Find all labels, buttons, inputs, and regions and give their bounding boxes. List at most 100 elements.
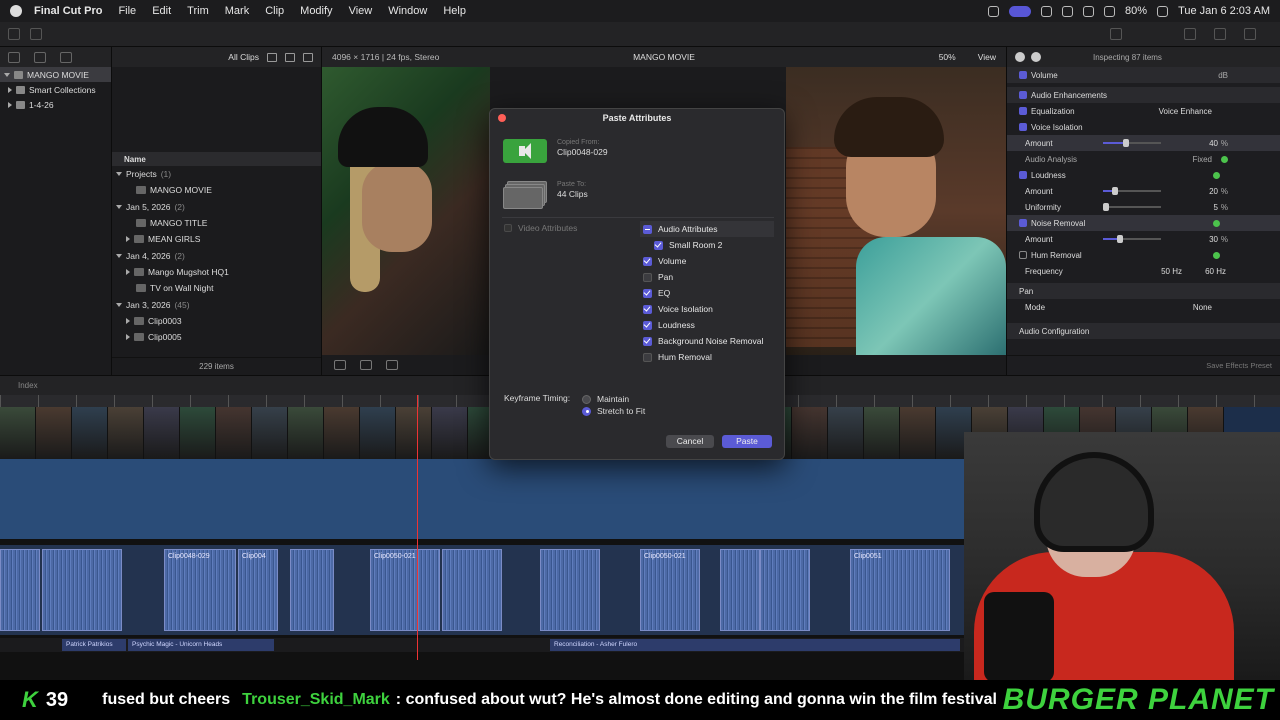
speed-icon[interactable] [386,360,398,370]
disclosure-icon[interactable] [8,101,12,108]
audio-clip[interactable]: Clip0051 [850,549,950,631]
close-icon[interactable] [498,114,506,122]
attribute-small-room-2[interactable]: Small Room 2 [640,237,774,253]
radio-button[interactable] [582,394,591,404]
library-icon[interactable] [8,51,20,63]
audio-clip[interactable] [290,549,334,631]
hum-removal-row[interactable]: Hum Removal [1007,247,1280,263]
attribute-hum-removal[interactable]: Hum Removal [640,349,774,365]
audio-icon[interactable] [1031,52,1041,62]
section-header[interactable]: Audio Enhancements [1007,87,1280,103]
audio-clip[interactable] [0,549,40,631]
attribute-eq[interactable]: EQ [640,285,774,301]
menu-mark[interactable]: Mark [225,5,249,17]
audio-clip[interactable] [42,549,122,631]
audio-clip[interactable] [442,549,502,631]
menu-modify[interactable]: Modify [300,5,332,17]
photos-icon[interactable] [34,51,46,63]
layout-icon[interactable] [1244,28,1256,40]
checkbox[interactable] [643,320,652,330]
disclosure-icon[interactable] [4,72,10,77]
attribute-background-noise-removal[interactable]: Background Noise Removal [640,333,774,349]
disclosure-icon[interactable] [116,204,122,209]
amount-row[interactable]: Amount 30 % [1007,231,1280,247]
amount-row[interactable]: Amount 20 % [1007,183,1280,199]
loudness-row[interactable]: Loudness [1007,167,1280,183]
settings-icon[interactable] [285,52,295,62]
menu-help[interactable]: Help [443,5,466,17]
audio-attributes-header[interactable]: Audio Attributes [640,221,774,237]
disclosure-icon[interactable] [126,317,130,324]
uniformity-slider[interactable] [1102,203,1161,211]
transform-icon[interactable] [334,360,346,370]
freq-50-radio[interactable]: 50 Hz [1161,267,1182,276]
share-icon[interactable] [1110,28,1122,40]
uniformity-row[interactable]: Uniformity 5 % [1007,199,1280,215]
status-icon[interactable] [988,5,1000,17]
audio-clip[interactable] [720,549,760,631]
checkbox-icon[interactable] [1019,91,1027,99]
music-clip[interactable]: Patrick Patrikios [62,639,126,651]
key-icon[interactable] [30,28,42,40]
list-item[interactable]: Projects (1) [112,166,321,182]
menu-edit[interactable]: Edit [152,5,171,17]
voice-isolation-row[interactable]: Voice Isolation [1007,119,1280,135]
stretch-to-fit-option[interactable]: Stretch to Fit [582,405,645,417]
amount-value[interactable]: 30 [1209,235,1218,244]
disclosure-icon[interactable] [116,253,122,258]
list-item[interactable]: Clip0003 [112,313,321,329]
checkbox[interactable] [643,272,652,282]
titles-icon[interactable] [60,51,72,63]
pan-mode-row[interactable]: Mode None [1007,299,1280,315]
list-item[interactable]: MANGO TITLE [112,215,321,231]
menu-trim[interactable]: Trim [187,5,209,17]
disclosure-icon[interactable] [126,268,130,275]
list-item[interactable]: Mango Mugshot HQ1 [112,264,321,280]
checkbox[interactable] [643,336,652,346]
import-icon[interactable] [8,28,20,40]
disclosure-icon[interactable] [126,236,130,243]
attribute-loudness[interactable]: Loudness [640,317,774,333]
disclosure-icon[interactable] [116,302,122,307]
apple-logo-icon[interactable] [10,5,22,17]
name-column-header[interactable]: Name [112,152,321,166]
library-item[interactable]: Smart Collections [0,82,111,97]
checkbox[interactable] [643,288,652,298]
music-clip[interactable]: Reconciliation - Asher Fulero [550,639,960,651]
save-effects-preset-button[interactable]: Save Effects Preset [1206,361,1272,370]
amount-value[interactable]: 40 [1209,139,1218,148]
info-icon[interactable] [1015,52,1025,62]
playhead[interactable] [417,395,418,660]
clip-filter[interactable]: All Clips [228,52,259,62]
checkbox[interactable] [643,304,652,314]
amount-slider[interactable] [1103,235,1161,243]
checkbox[interactable] [643,352,652,362]
noise-removal-row[interactable]: Noise Removal [1007,215,1280,231]
menu-file[interactable]: File [118,5,136,17]
checkbox-icon[interactable] [1019,107,1027,115]
audio-clip[interactable]: Clip0048-029 [164,549,236,631]
menu-window[interactable]: Window [388,5,427,17]
status-icon[interactable] [1083,5,1095,17]
amount-value[interactable]: 20 [1209,187,1218,196]
index-button[interactable]: Index [18,381,38,390]
clock[interactable]: Tue Jan 6 2:03 AM [1178,5,1270,17]
checkbox-icon[interactable] [1019,171,1027,179]
menu-clip[interactable]: Clip [265,5,284,17]
amount-slider[interactable] [1103,187,1161,195]
cancel-button[interactable]: Cancel [666,435,714,448]
amount-slider[interactable] [1103,139,1161,147]
enhance-icon[interactable] [360,360,372,370]
audio-clip[interactable] [760,549,810,631]
list-item[interactable]: MEAN GIRLS [112,231,321,247]
uniformity-value[interactable]: 5 [1214,203,1218,212]
list-item[interactable]: TV on Wall Night [112,280,321,296]
paste-button[interactable]: Paste [722,435,772,448]
checkbox-icon[interactable] [1019,219,1027,227]
freq-60-radio[interactable]: 60 Hz [1205,267,1226,276]
maintain-option[interactable]: Maintain [582,393,645,405]
attribute-voice-isolation[interactable]: Voice Isolation [640,301,774,317]
disclosure-icon[interactable] [116,172,122,177]
checkbox[interactable] [643,256,652,266]
audio-clip[interactable]: Clip0050-021 [640,549,700,631]
